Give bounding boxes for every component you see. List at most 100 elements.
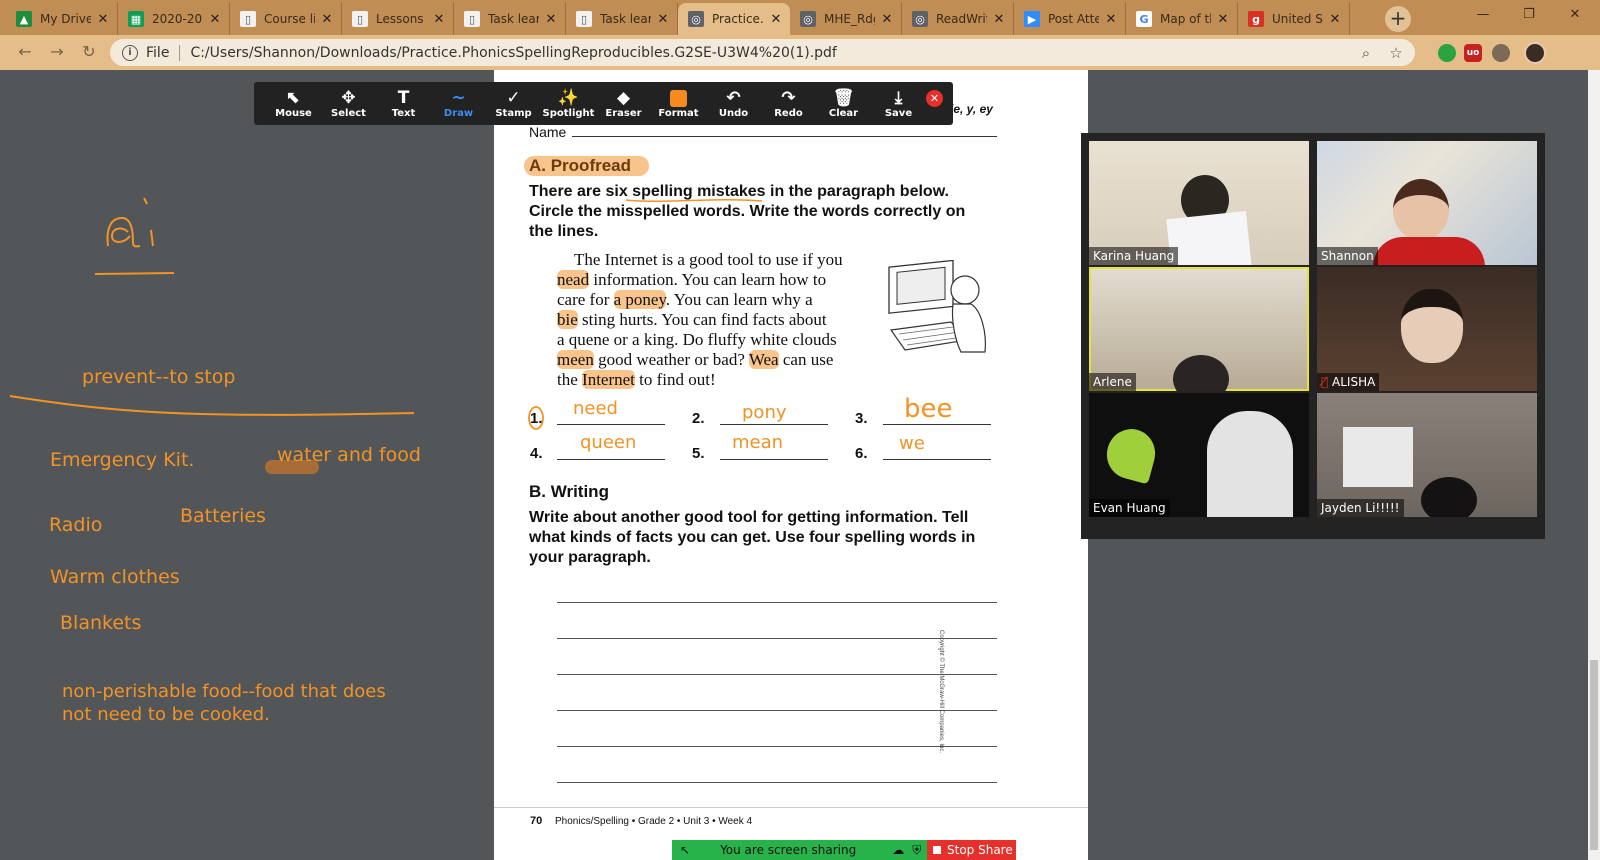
new-tab-button[interactable]: + <box>1385 6 1411 32</box>
section-a-title: A. Proofread <box>529 156 632 175</box>
tool-stamp-button[interactable]: ✓ Stamp <box>486 82 541 125</box>
address-bar[interactable]: i File C:/Users/Shannon/Downloads/Practi… <box>110 39 1415 66</box>
computer-kid-illustration <box>888 260 986 353</box>
tool-eraser-button[interactable]: ◆ Eraser <box>596 82 651 125</box>
tool-undo-button[interactable]: ↶ Undo <box>706 82 761 125</box>
tab-close-icon[interactable]: ✕ <box>879 12 895 27</box>
tab-9[interactable]: ▶ Post Atte ✕ <box>1014 3 1126 35</box>
page-scrollbar[interactable] <box>1588 70 1600 860</box>
tab-close-icon[interactable]: ✕ <box>768 12 784 27</box>
back-arrow-icon[interactable]: ← <box>14 41 36 63</box>
participant-name: Karina Huang <box>1089 247 1179 265</box>
tab-10[interactable]: G Map of th ✕ <box>1126 3 1238 35</box>
extension-green-icon[interactable] <box>1438 44 1456 62</box>
highlight-poney: a poney <box>613 290 666 309</box>
tab-2[interactable]: ▯ Course lis ✕ <box>230 3 342 35</box>
video-tile[interactable]: Evan Huang <box>1089 393 1309 517</box>
writing-line <box>557 782 997 783</box>
browser-toolbar: ← → ↻ i File C:/Users/Shannon/Downloads/… <box>0 35 1600 70</box>
tab-4[interactable]: ▯ Task learr ✕ <box>454 3 566 35</box>
writing-prompt: Write about another good tool for gettin… <box>529 509 976 566</box>
extensions-puzzle-icon[interactable] <box>1492 44 1510 62</box>
restore-icon[interactable]: ❐ <box>1506 0 1552 30</box>
tab-5[interactable]: ▯ Task learr ✕ <box>566 3 678 35</box>
video-tile-active-speaker[interactable]: Arlene <box>1089 267 1309 391</box>
answer-number-3: 3. <box>855 410 868 427</box>
tool-format-button[interactable]: Format <box>651 82 706 125</box>
tab-1[interactable]: ▦ 2020-202 ✕ <box>118 3 230 35</box>
tab-title: Lessons <box>376 12 424 26</box>
close-window-icon[interactable]: ✕ <box>1552 0 1598 30</box>
tool-text-button[interactable]: T Text <box>376 82 431 125</box>
video-tile[interactable]: 🎙̸ ALISHA <box>1317 267 1537 391</box>
background-printer <box>1343 427 1413 487</box>
participant-name: Arlene <box>1089 373 1136 391</box>
tab-close-icon[interactable]: ✕ <box>655 12 671 27</box>
bookmark-star-icon[interactable]: ☆ <box>1385 44 1407 62</box>
zoom-magnifier-icon[interactable]: ⌕ <box>1355 44 1377 62</box>
shield-icon: ⛨ <box>912 842 922 857</box>
tab-close-icon[interactable]: ✕ <box>1103 12 1119 27</box>
tab-close-icon[interactable]: ✕ <box>1327 12 1343 27</box>
annotation-item-radio: Radio <box>49 514 103 536</box>
header-phonics-pattern: ie, y, ey <box>950 102 993 116</box>
close-annotation-icon[interactable]: ✕ <box>926 90 943 107</box>
tool-spotlight-button[interactable]: ✨ Spotlight <box>541 82 596 125</box>
tool-label: Mouse <box>275 108 312 119</box>
tab-6[interactable]: ◎ Practice.P ✕ <box>678 3 790 35</box>
spelling-mistakes-underline <box>625 198 763 203</box>
participant-name-muted: 🎙̸ ALISHA <box>1317 373 1380 391</box>
info-icon[interactable]: i <box>122 44 138 61</box>
tab-11[interactable]: g United St ✕ <box>1238 3 1350 35</box>
handwritten-answer-1: need <box>573 398 618 419</box>
background-plant <box>1101 423 1161 485</box>
tab-close-icon[interactable]: ✕ <box>319 12 335 27</box>
tab-8[interactable]: ◎ ReadWrit ✕ <box>902 3 1014 35</box>
highlight-internet: Internet <box>582 370 635 389</box>
tab-close-icon[interactable]: ✕ <box>207 12 223 27</box>
tool-mouse-button[interactable]: ⬉ Mouse <box>266 82 321 125</box>
google-drive-icon: ▲ <box>16 11 32 27</box>
tab-close-icon[interactable]: ✕ <box>543 12 559 27</box>
annotation-note-line2: not need to be cooked. <box>62 704 270 725</box>
address-url[interactable]: C:/Users/Shannon/Downloads/Practice.Phon… <box>190 45 1355 61</box>
stop-share-button[interactable]: Stop Share <box>927 840 1016 860</box>
reload-icon[interactable]: ↻ <box>78 41 100 63</box>
profile-avatar[interactable] <box>1524 42 1546 64</box>
tab-close-icon[interactable]: ✕ <box>431 12 447 27</box>
tab-title: United St <box>1272 12 1323 26</box>
minimize-icon[interactable]: — <box>1460 0 1506 30</box>
annotation-item-water-food: water and food <box>277 444 421 466</box>
video-tile[interactable]: Jayden Li!!!!! <box>1317 393 1537 517</box>
paragraph-line: nead information. You can learn how to <box>557 270 827 289</box>
ublock-extension-icon[interactable]: uo <box>1464 44 1482 62</box>
stamp-icon: ✓ <box>506 88 521 108</box>
tab-0[interactable]: ▲ My Drive ✕ <box>6 3 118 35</box>
share-status[interactable]: ↖ You are screen sharing ☁ ⛨ <box>672 840 927 860</box>
text-icon: T <box>397 88 410 108</box>
google-sheets-icon: ▦ <box>128 11 144 27</box>
tool-save-button[interactable]: ⤓ Save <box>871 82 926 125</box>
tab-close-icon[interactable]: ✕ <box>1215 12 1231 27</box>
tool-redo-button[interactable]: ↷ Redo <box>761 82 816 125</box>
participant-shirt <box>1373 237 1485 265</box>
tab-3[interactable]: ▯ Lessons ✕ <box>342 3 454 35</box>
scrollbar-thumb[interactable] <box>1590 660 1598 850</box>
tool-clear-button[interactable]: 🗑 Clear <box>816 82 871 125</box>
tab-title: Post Atte <box>1048 12 1099 26</box>
tab-close-icon[interactable]: ✕ <box>95 12 111 27</box>
annotation-item-warm-clothes: Warm clothes <box>50 566 180 588</box>
screen-share-bar: ↖ You are screen sharing ☁ ⛨ Stop Share <box>672 840 1016 860</box>
forward-arrow-icon[interactable]: → <box>46 41 68 63</box>
video-tile[interactable]: Karina Huang <box>1089 141 1309 265</box>
tab-close-icon[interactable]: ✕ <box>991 12 1007 27</box>
annotation-item-batteries: Batteries <box>180 505 266 527</box>
tool-select-button[interactable]: ✥ Select <box>321 82 376 125</box>
video-tile[interactable]: Shannon <box>1317 141 1537 265</box>
drag-handle-icon[interactable]: ↖ <box>680 843 690 857</box>
tab-7[interactable]: ◎ MHE_Rdg ✕ <box>790 3 902 35</box>
writing-line <box>557 638 997 639</box>
tool-draw-button[interactable]: ∼ Draw <box>431 82 486 125</box>
page-icon: ▯ <box>240 11 256 27</box>
writing-line <box>557 602 997 603</box>
